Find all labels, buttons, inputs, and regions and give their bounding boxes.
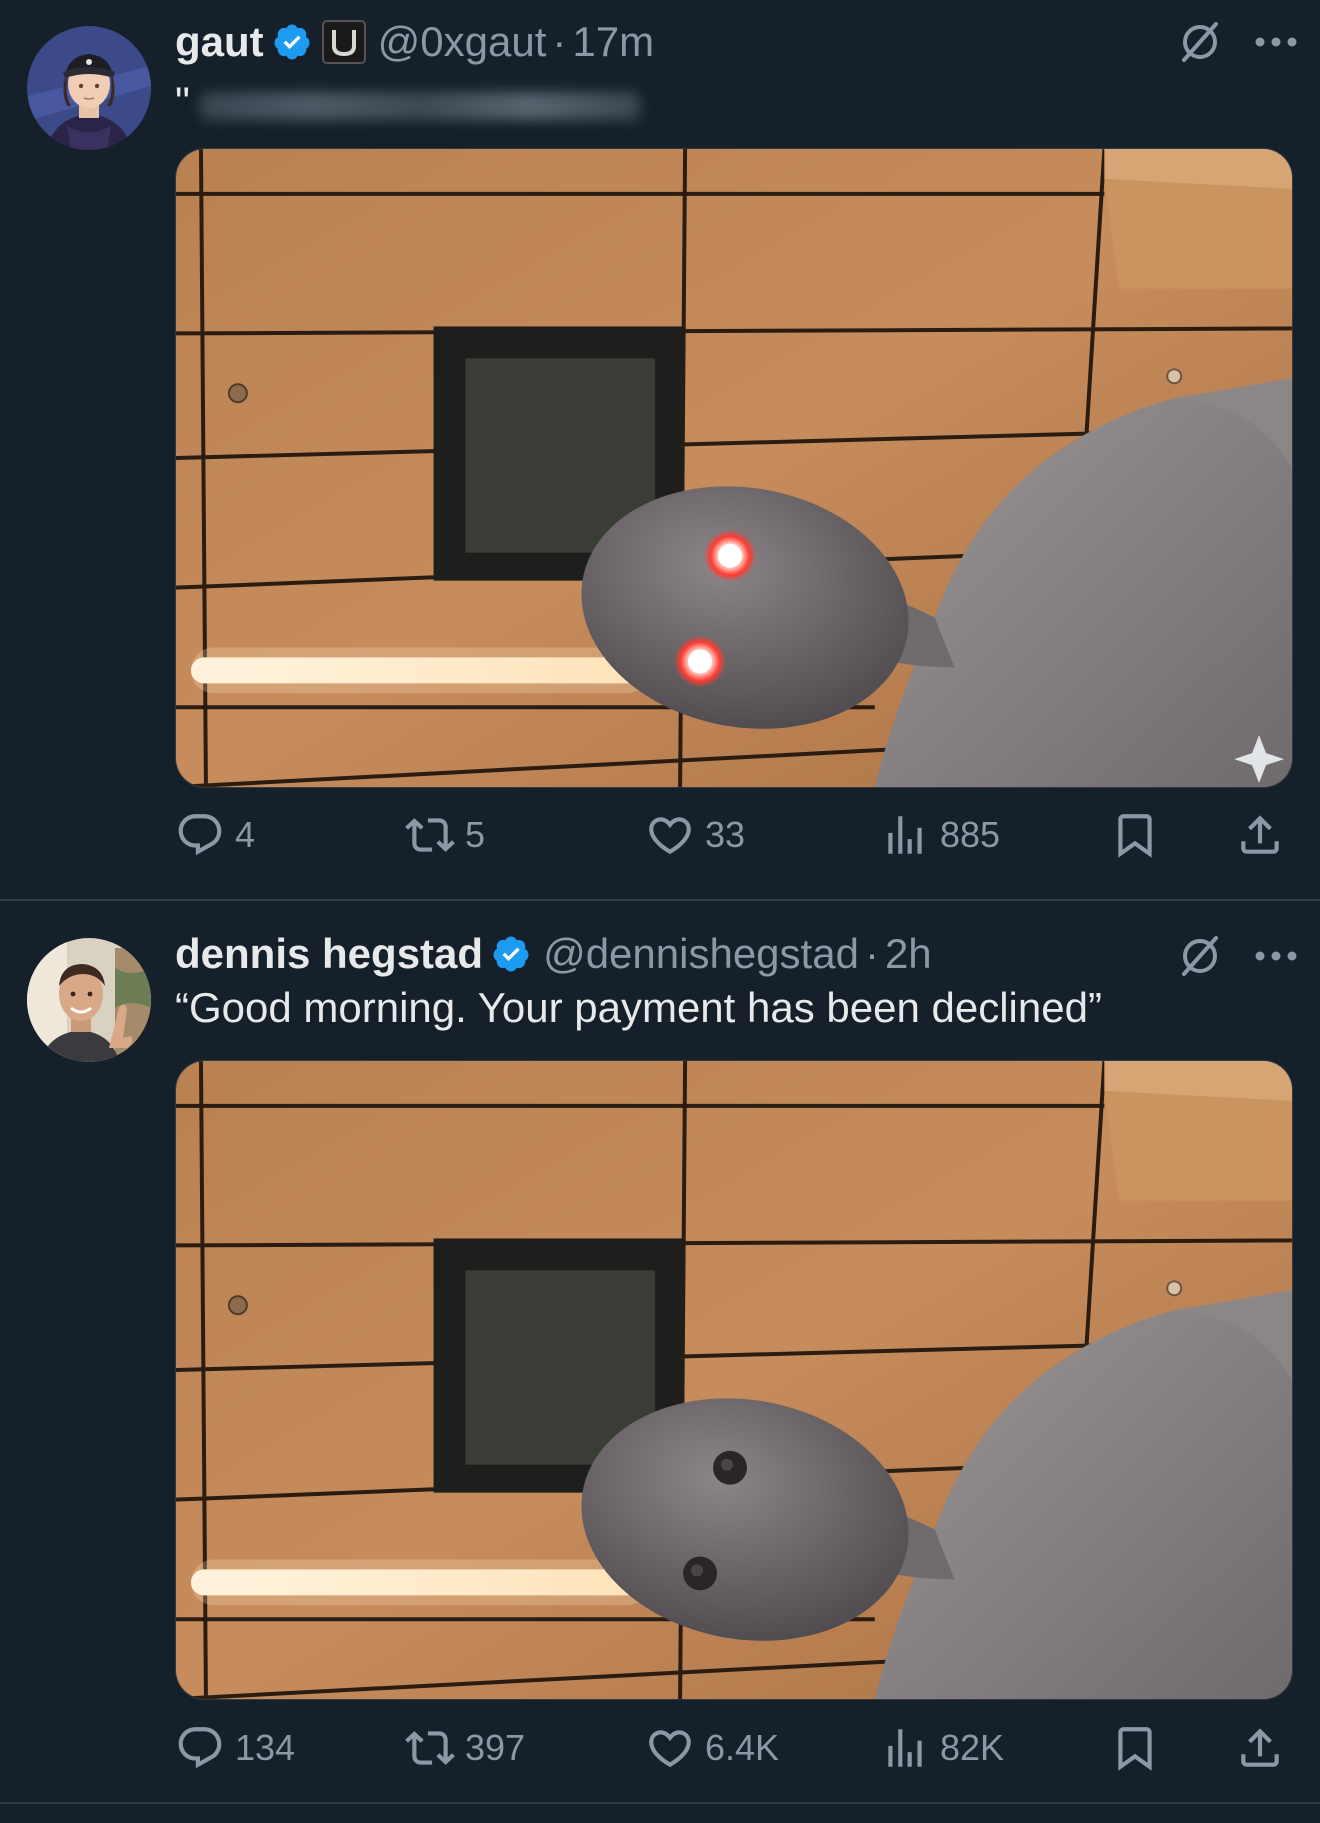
tweet-divider	[0, 1802, 1320, 1804]
author-handle[interactable]: @dennishegstad	[543, 930, 859, 978]
bookmark-icon	[1118, 1727, 1152, 1771]
like-button[interactable]: 33	[645, 805, 745, 865]
like-count: 33	[705, 814, 746, 855]
share-icon	[1241, 1728, 1279, 1767]
separator-dot: ·	[552, 18, 567, 65]
more-options-icon[interactable]	[1254, 950, 1298, 962]
author-name[interactable]: dennis hegstad	[175, 930, 483, 978]
retweet-count: 397	[465, 1727, 526, 1768]
share-icon	[1241, 815, 1279, 854]
timestamp[interactable]: 2h	[885, 930, 932, 978]
view-count: 885	[940, 814, 1001, 855]
heart-icon	[649, 817, 691, 855]
tweet[interactable]: dennis hegstad @dennishegstad · 2h “Good…	[0, 900, 1320, 1802]
tweet-text: "	[175, 78, 190, 125]
tweet-actions: 134 397 6.4K 82K	[175, 1718, 1295, 1778]
affiliation-badge-icon[interactable]	[321, 20, 366, 64]
tweet-text: “Good morning. Your payment has been dec…	[175, 984, 1102, 1031]
timestamp[interactable]: 17m	[572, 18, 654, 66]
reply-button[interactable]: 134	[175, 1718, 295, 1778]
like-button[interactable]: 6.4K	[645, 1718, 779, 1778]
tweet-actions: 4 5 33 885	[175, 805, 1295, 865]
views-chart-icon	[888, 816, 922, 854]
retweet-button[interactable]: 397	[405, 1718, 525, 1778]
reply-icon	[178, 814, 222, 856]
verified-badge-icon[interactable]	[272, 22, 312, 62]
share-button[interactable]	[1235, 1718, 1285, 1778]
obscured-text	[200, 92, 640, 120]
views-button[interactable]: 82K	[880, 1718, 1004, 1778]
grok-icon[interactable]	[1176, 932, 1224, 980]
bookmark-icon	[1118, 814, 1152, 858]
retweet-button[interactable]: 5	[405, 805, 485, 865]
tweet-top-actions	[1176, 18, 1298, 66]
separator-dot: ·	[864, 930, 879, 977]
author-avatar[interactable]	[27, 938, 151, 1062]
tweet[interactable]: gaut @0xgaut · 17m " 4 5 33 885	[0, 0, 1320, 900]
reply-button[interactable]: 4	[175, 805, 255, 865]
tweet-media-image[interactable]	[175, 148, 1293, 788]
author-handle[interactable]: @0xgaut	[378, 18, 547, 66]
tweet-top-actions	[1176, 932, 1298, 980]
more-options-icon[interactable]	[1254, 36, 1298, 48]
avatar-cartoon-icon	[27, 26, 151, 150]
tweet-header: gaut @0xgaut · 17m	[175, 14, 654, 70]
views-button[interactable]: 885	[880, 805, 1000, 865]
author-avatar[interactable]	[27, 26, 151, 150]
verified-badge-icon[interactable]	[491, 934, 531, 974]
retweet-icon	[405, 1731, 455, 1765]
like-count: 6.4K	[705, 1727, 780, 1768]
reply-icon	[178, 1727, 222, 1769]
bookmark-button[interactable]	[1110, 805, 1160, 865]
view-count: 82K	[940, 1727, 1005, 1768]
heart-icon	[649, 1730, 691, 1768]
avatar-photo-icon	[27, 938, 151, 1062]
retweet-count: 5	[465, 814, 486, 855]
reply-count: 4	[235, 814, 256, 855]
author-name[interactable]: gaut	[175, 18, 264, 66]
reply-count: 134	[235, 1727, 296, 1768]
tweet-media-image[interactable]	[175, 1060, 1293, 1700]
robot-photo	[176, 1061, 1292, 1699]
tweet-header: dennis hegstad @dennishegstad · 2h	[175, 926, 932, 982]
views-chart-icon	[888, 1729, 922, 1767]
grok-icon[interactable]	[1176, 18, 1224, 66]
share-button[interactable]	[1235, 805, 1285, 865]
retweet-icon	[405, 818, 455, 852]
bookmark-button[interactable]	[1110, 1718, 1160, 1778]
robot-photo	[176, 149, 1292, 787]
